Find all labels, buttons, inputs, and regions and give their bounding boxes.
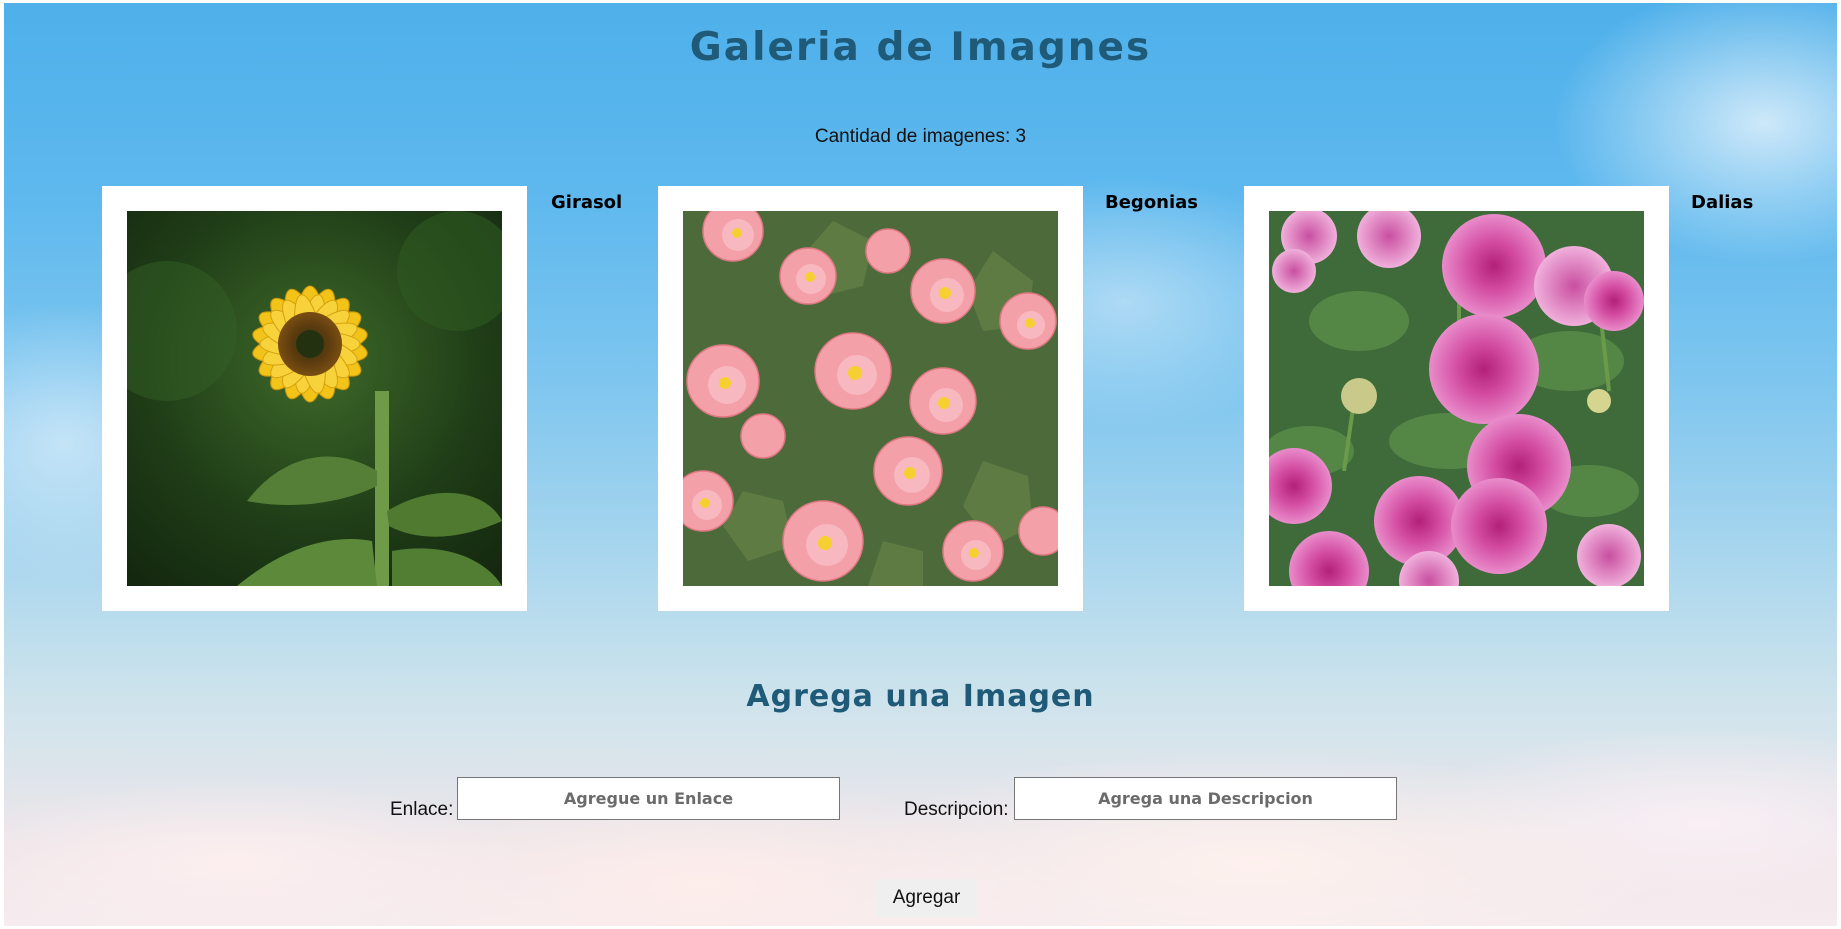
caption-girasol: Girasol xyxy=(551,192,623,213)
link-input[interactable] xyxy=(457,777,840,820)
link-label: Enlace: xyxy=(390,799,454,820)
sunflower-image[interactable] xyxy=(127,211,502,586)
page-title: Galeria de Imagnes xyxy=(689,25,1152,70)
caption-begonias: Begonias xyxy=(1105,192,1199,213)
add-button[interactable]: Agregar xyxy=(876,879,977,917)
caption-dalias: Dalias xyxy=(1691,192,1754,213)
image-frame xyxy=(1244,186,1669,611)
add-image-heading: Agrega una Imagen xyxy=(746,679,1095,714)
image-frame xyxy=(658,186,1083,611)
description-label: Descripcion: xyxy=(904,799,1009,820)
begonia-image[interactable] xyxy=(683,211,1058,586)
dahlia-image[interactable] xyxy=(1269,211,1644,586)
page-background: Galeria de Imagnes Cantidad de imagenes:… xyxy=(4,3,1837,926)
description-input[interactable] xyxy=(1014,777,1397,820)
image-frame xyxy=(102,186,527,611)
image-count: Cantidad de imagenes: 3 xyxy=(814,126,1027,147)
